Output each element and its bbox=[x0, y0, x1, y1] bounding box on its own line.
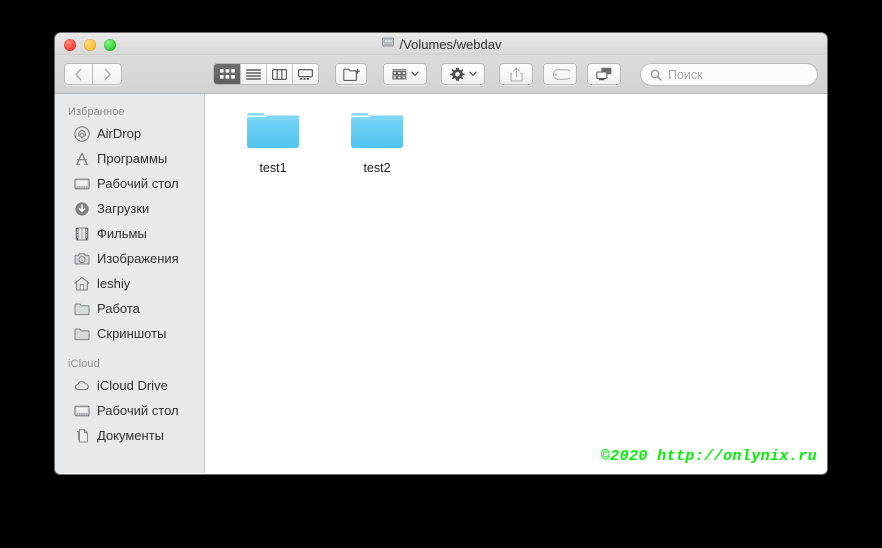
navigation-buttons bbox=[64, 63, 122, 85]
file-list-area[interactable]: test1 test2 ©2020 http://onlynix.ru bbox=[205, 94, 827, 473]
finder-toolbar: Поиск bbox=[55, 55, 827, 94]
view-mode-segmented-control bbox=[213, 63, 319, 85]
file-item[interactable]: test2 bbox=[325, 98, 429, 175]
sidebar-section-header-icloud: iCloud bbox=[68, 358, 100, 370]
sidebar-item-label: leshiy bbox=[97, 276, 131, 291]
pictures-icon bbox=[73, 250, 90, 267]
sidebar-item-pictures[interactable]: Изображения bbox=[55, 246, 204, 271]
tags-button[interactable] bbox=[543, 63, 577, 85]
grid-icon bbox=[219, 68, 235, 79]
search-field[interactable]: Поиск bbox=[640, 63, 818, 86]
sidebar-item-applications[interactable]: Программы bbox=[55, 146, 204, 171]
sidebar-item-label: iCloud Drive bbox=[97, 378, 168, 393]
search-icon bbox=[650, 69, 662, 81]
icon-grid: test1 test2 bbox=[221, 98, 429, 175]
airdrop-icon bbox=[73, 125, 90, 142]
connect-button[interactable] bbox=[587, 63, 621, 85]
sidebar-item-documents[interactable]: Документы bbox=[55, 423, 204, 448]
arrange-grid-icon bbox=[391, 68, 406, 79]
file-item[interactable]: test1 bbox=[221, 98, 325, 175]
sidebar-section-header-favorites: Избранное bbox=[68, 106, 125, 118]
window-titlebar[interactable]: /Volumes/webdav bbox=[55, 33, 827, 55]
sidebar-item-downloads[interactable]: Загрузки bbox=[55, 196, 204, 221]
back-button[interactable] bbox=[64, 63, 93, 85]
desktop-icon bbox=[73, 402, 90, 419]
sidebar-item-label: Скриншоты bbox=[97, 326, 167, 341]
sidebar-item-rabota[interactable]: Работа bbox=[55, 296, 204, 321]
chevron-down-icon bbox=[468, 71, 477, 77]
arrange-button[interactable] bbox=[383, 63, 427, 85]
folder-icon bbox=[244, 106, 302, 152]
file-name: test1 bbox=[259, 161, 287, 175]
list-view-button[interactable] bbox=[240, 64, 266, 84]
tag-icon bbox=[552, 68, 570, 80]
downloads-icon bbox=[73, 200, 90, 217]
gear-icon bbox=[449, 67, 465, 81]
finder-window: /Volumes/webdav Поиск Избранное AirDrop … bbox=[55, 33, 827, 474]
applications-icon bbox=[73, 150, 90, 167]
forward-button[interactable] bbox=[93, 63, 122, 85]
watermark: ©2020 http://onlynix.ru bbox=[600, 448, 817, 465]
airdrop-screens-icon bbox=[595, 67, 611, 81]
share-icon bbox=[509, 67, 523, 82]
folder-icon bbox=[73, 300, 90, 317]
folder-icon bbox=[348, 106, 406, 152]
sidebar-item-airdrop[interactable]: AirDrop bbox=[55, 121, 204, 146]
sidebar-item-label: Фильмы bbox=[97, 226, 147, 241]
window-title-text: /Volumes/webdav bbox=[399, 36, 502, 52]
sidebar-item-icloud-desktop[interactable]: Рабочий стол bbox=[55, 398, 204, 423]
cloud-icon bbox=[73, 377, 90, 394]
home-icon bbox=[73, 275, 90, 292]
list-icon bbox=[246, 68, 261, 80]
movies-icon bbox=[73, 225, 90, 242]
sidebar-item-label: Рабочий стол bbox=[97, 403, 179, 418]
sidebar-item-label: Работа bbox=[97, 301, 140, 316]
sidebar-item-movies[interactable]: Фильмы bbox=[55, 221, 204, 246]
desktop-icon bbox=[73, 175, 90, 192]
new-folder-icon bbox=[342, 68, 360, 81]
new-folder-button[interactable] bbox=[335, 63, 367, 85]
sidebar-item-desktop[interactable]: Рабочий стол bbox=[55, 171, 204, 196]
sidebar-item-label: Документы bbox=[97, 428, 165, 443]
sidebar-item-screenshots[interactable]: Скриншоты bbox=[55, 321, 204, 346]
window-title: /Volumes/webdav bbox=[55, 33, 827, 55]
sidebar-item-label: Загрузки bbox=[97, 201, 150, 216]
file-name: test2 bbox=[363, 161, 391, 175]
column-view-button[interactable] bbox=[266, 64, 292, 84]
sidebar: Избранное AirDrop Программы Рабочий стол… bbox=[55, 94, 205, 473]
gallery-icon bbox=[298, 68, 313, 80]
sidebar-item-home[interactable]: leshiy bbox=[55, 271, 204, 296]
sidebar-item-icloud-drive[interactable]: iCloud Drive bbox=[55, 373, 204, 398]
share-button[interactable] bbox=[499, 63, 533, 85]
sidebar-item-label: Рабочий стол bbox=[97, 176, 179, 191]
search-placeholder: Поиск bbox=[668, 67, 703, 82]
icon-view-button[interactable] bbox=[214, 64, 240, 84]
chevron-down-icon bbox=[410, 71, 419, 77]
columns-icon bbox=[272, 68, 287, 80]
sidebar-item-label: Программы bbox=[97, 151, 168, 166]
desktop-background: /Volumes/webdav Поиск Избранное AirDrop … bbox=[0, 0, 882, 548]
sidebar-item-label: Изображения bbox=[97, 251, 179, 266]
sidebar-item-label: AirDrop bbox=[97, 126, 142, 141]
gallery-view-button[interactable] bbox=[292, 64, 318, 84]
window-body: Избранное AirDrop Программы Рабочий стол… bbox=[55, 94, 827, 473]
disk-drive-icon bbox=[381, 35, 395, 54]
chevron-left-icon bbox=[75, 68, 82, 80]
documents-icon bbox=[73, 427, 90, 444]
chevron-right-icon bbox=[104, 68, 111, 80]
folder-icon bbox=[73, 325, 90, 342]
action-menu-button[interactable] bbox=[441, 63, 485, 85]
